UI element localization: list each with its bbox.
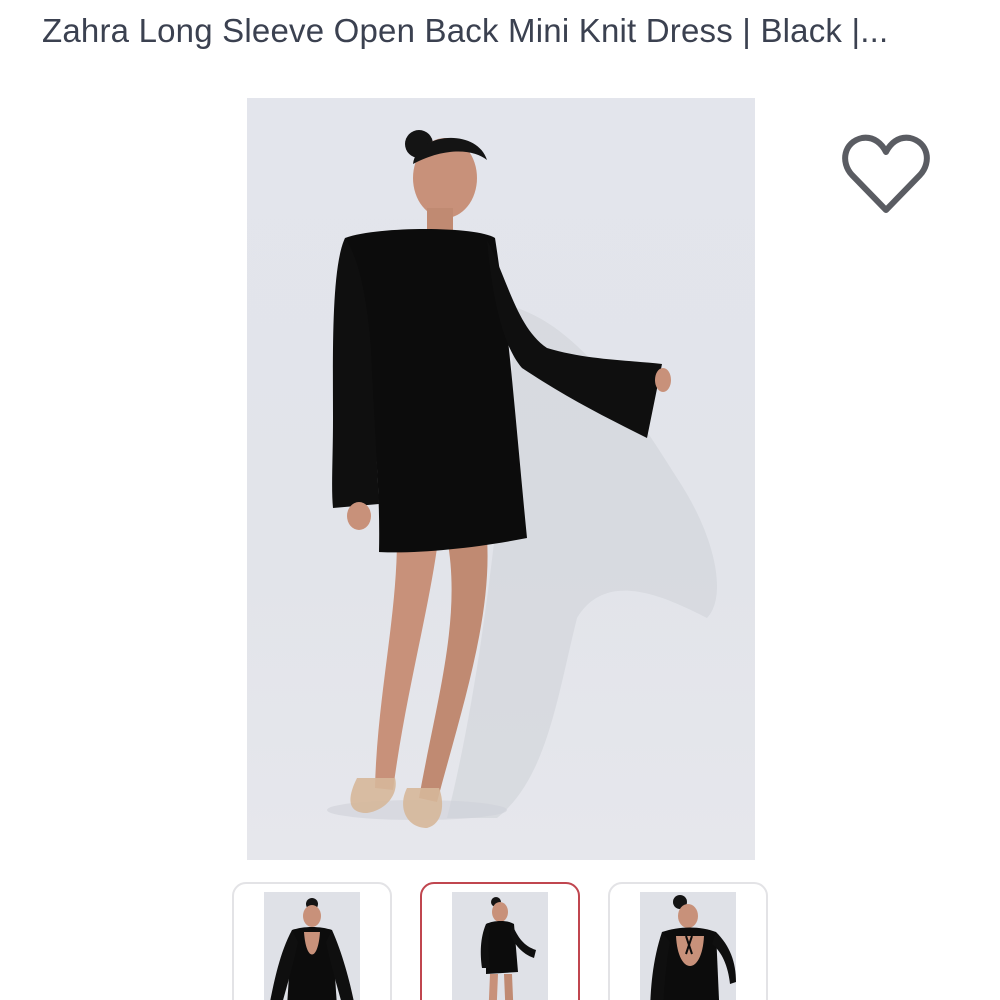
- model-photo: [327, 130, 717, 828]
- thumbnail-image-front-view: [452, 892, 548, 1000]
- thumbnail-3[interactable]: [608, 882, 768, 1000]
- thumbnail-image-back-tie-view: [640, 892, 736, 1000]
- thumbnail-1[interactable]: [232, 882, 392, 1000]
- heart-outline-icon: [842, 134, 930, 213]
- thumbnail-2[interactable]: [420, 882, 580, 1000]
- main-product-image[interactable]: [247, 98, 755, 860]
- thumbnail-image-back-view: [264, 892, 360, 1000]
- favorite-button[interactable]: [838, 130, 934, 220]
- product-title: Zahra Long Sleeve Open Back Mini Knit Dr…: [42, 12, 889, 49]
